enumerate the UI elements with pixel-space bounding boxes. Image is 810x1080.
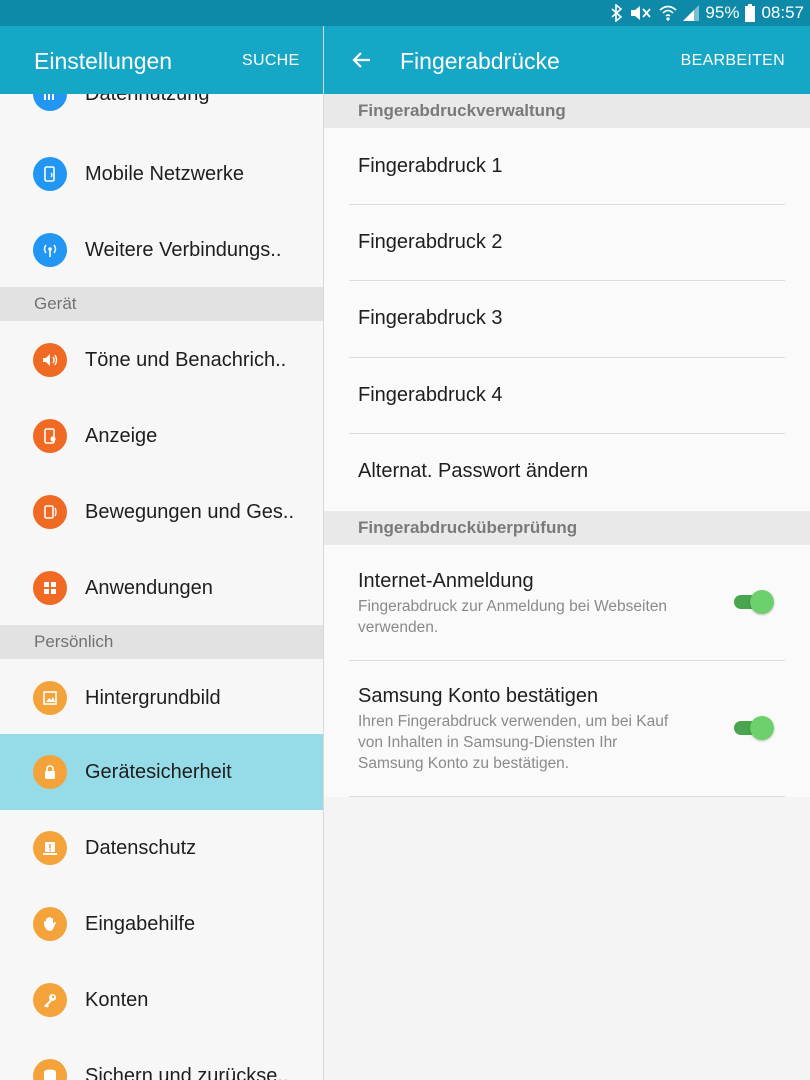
change-alt-password[interactable]: Alternat. Passwort ändern bbox=[324, 434, 810, 511]
verification-list: Internet-Anmeldung Fingerabdruck zur Anm… bbox=[324, 545, 810, 797]
samsung-account-title: Samsung Konto bestätigen bbox=[358, 685, 599, 707]
battery-percent: 95% bbox=[705, 3, 740, 22]
hand-icon bbox=[33, 907, 67, 941]
more-connections-icon bbox=[33, 233, 67, 267]
web-login-title: Internet-Anmeldung bbox=[358, 570, 534, 592]
arrow-back-icon[interactable] bbox=[348, 46, 376, 74]
alt-password-label: Alternat. Passwort ändern bbox=[358, 460, 589, 482]
sidebar-item-applications[interactable]: Anwendungen bbox=[0, 550, 323, 626]
section-header-personal: Persönlich bbox=[0, 625, 323, 659]
motion-icon bbox=[33, 495, 67, 529]
fingerprint-item-3[interactable]: Fingerabdruck 3 bbox=[324, 281, 810, 357]
sidebar-item-backup[interactable]: Sichern und zurückse.. bbox=[0, 1038, 323, 1080]
sidebar-item-sounds[interactable]: Töne und Benachrich.. bbox=[0, 322, 323, 398]
status-bar: 95% 08:57 bbox=[0, 0, 810, 26]
data-usage-icon bbox=[33, 94, 67, 111]
display-icon bbox=[33, 419, 67, 453]
sidebar-item-display[interactable]: Anzeige bbox=[0, 398, 323, 474]
sidebar-item-label: Eingabehilfe bbox=[85, 913, 196, 935]
sidebar-item-label: Datenschutz bbox=[85, 837, 197, 859]
fingerprint-label: Fingerabdruck 1 bbox=[358, 155, 503, 177]
fingerprint-item-2[interactable]: Fingerabdruck 2 bbox=[324, 205, 810, 281]
sidebar-item-mobile-networks[interactable]: Mobile Netzwerke bbox=[0, 136, 323, 212]
sidebar-item-label: Weitere Verbindungs.. bbox=[85, 239, 282, 261]
section-header-device: Gerät bbox=[0, 287, 323, 321]
sidebar-item-privacy[interactable]: Datenschutz bbox=[0, 810, 323, 886]
sound-icon bbox=[33, 343, 67, 377]
fingerprint-label: Fingerabdruck 2 bbox=[358, 231, 503, 253]
sidebar-item-device-security[interactable]: Gerätesicherheit bbox=[0, 734, 323, 810]
backup-icon bbox=[33, 1059, 67, 1080]
settings-sidebar: Datennutzung Mobile Netzwerke Weitere Ve… bbox=[0, 94, 323, 1080]
sidebar-item-label: Bewegungen und Ges.. bbox=[85, 501, 295, 523]
samsung-account-description: Ihren Fingerabdruck verwenden, um bei Ka… bbox=[358, 713, 669, 772]
sidebar-item-wallpaper[interactable]: Hintergrundbild bbox=[0, 660, 323, 736]
samsung-account-toggle[interactable] bbox=[734, 715, 774, 741]
sidebar-item-more-connections[interactable]: Weitere Verbindungs.. bbox=[0, 212, 323, 288]
fingerprints-appbar: Fingerabdrücke BEARBEITEN bbox=[324, 26, 810, 94]
search-button[interactable]: SUCHE bbox=[242, 52, 300, 70]
fingerprint-label: Fingerabdruck 4 bbox=[358, 384, 503, 406]
page-title: Fingerabdrücke bbox=[400, 48, 560, 74]
sidebar-item-label: Gerätesicherheit bbox=[85, 761, 232, 783]
apps-icon bbox=[33, 571, 67, 605]
sidebar-item-label: Mobile Netzwerke bbox=[85, 163, 244, 185]
sidebar-item-motions[interactable]: Bewegungen und Ges.. bbox=[0, 474, 323, 550]
signal-icon bbox=[683, 5, 700, 21]
wallpaper-icon bbox=[33, 681, 67, 715]
battery-icon bbox=[745, 4, 756, 22]
mute-icon bbox=[629, 4, 653, 22]
sidebar-item-label: Anwendungen bbox=[85, 577, 213, 599]
web-login-toggle[interactable] bbox=[734, 589, 774, 615]
sidebar-item-label: Konten bbox=[85, 989, 149, 1011]
wifi-icon bbox=[659, 4, 677, 22]
sidebar-item-accounts[interactable]: Konten bbox=[0, 962, 323, 1038]
samsung-account-setting[interactable]: Samsung Konto bestätigen Ihren Fingerabd… bbox=[324, 661, 810, 797]
divider bbox=[349, 796, 785, 797]
settings-title: Einstellungen bbox=[34, 48, 173, 74]
mobile-network-icon bbox=[33, 157, 67, 191]
lock-icon bbox=[33, 755, 67, 789]
edit-button[interactable]: BEARBEITEN bbox=[681, 52, 785, 70]
fingerprints-panel: Fingerabdruckverwaltung Fingerabdruck 1 … bbox=[324, 94, 810, 1080]
sidebar-item-label: Töne und Benachrich.. bbox=[85, 349, 287, 371]
bluetooth-icon bbox=[611, 4, 623, 22]
web-login-description: Fingerabdruck zur Anmeldung bei Webseite… bbox=[358, 598, 668, 636]
sidebar-item-label: Sichern und zurückse.. bbox=[85, 1065, 289, 1080]
clock: 08:57 bbox=[761, 3, 804, 22]
settings-appbar: Einstellungen SUCHE bbox=[0, 26, 323, 94]
key-icon bbox=[33, 983, 67, 1017]
fingerprint-list: Fingerabdruck 1 Fingerabdruck 2 Fingerab… bbox=[324, 128, 810, 511]
sidebar-item-label: Datennutzung bbox=[85, 94, 210, 105]
sidebar-item-data-usage[interactable]: Datennutzung bbox=[0, 94, 323, 132]
section-header-verification: Fingerabdrucküberprüfung bbox=[324, 511, 810, 545]
fingerprint-label: Fingerabdruck 3 bbox=[358, 307, 503, 329]
privacy-icon bbox=[33, 831, 67, 865]
sidebar-item-accessibility[interactable]: Eingabehilfe bbox=[0, 886, 323, 962]
sidebar-item-label: Hintergrundbild bbox=[85, 687, 221, 709]
web-login-setting[interactable]: Internet-Anmeldung Fingerabdruck zur Anm… bbox=[324, 545, 810, 660]
sidebar-item-label: Anzeige bbox=[85, 425, 158, 447]
section-header-management: Fingerabdruckverwaltung bbox=[324, 94, 810, 128]
fingerprint-item-1[interactable]: Fingerabdruck 1 bbox=[324, 128, 810, 204]
fingerprint-item-4[interactable]: Fingerabdruck 4 bbox=[324, 358, 810, 434]
